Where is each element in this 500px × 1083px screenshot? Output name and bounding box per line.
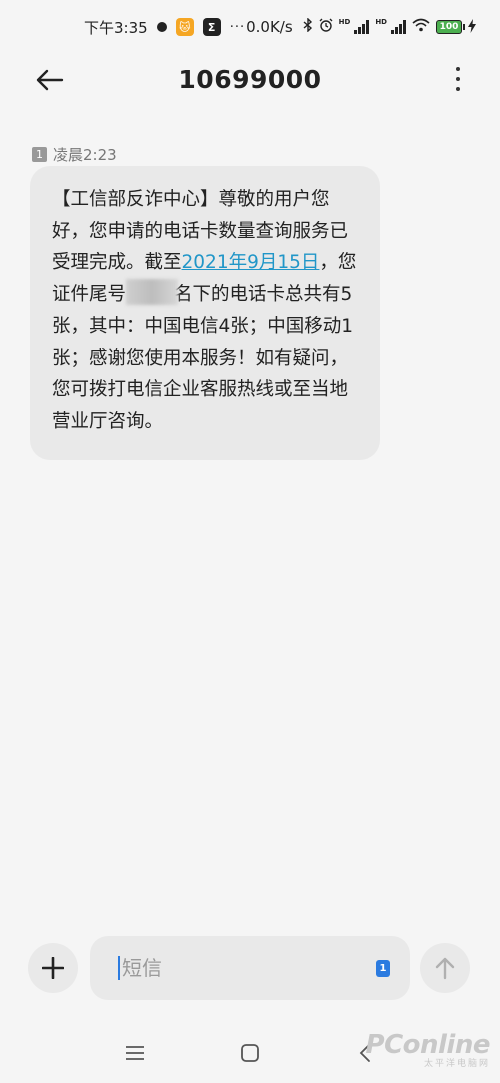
- send-arrow-icon: [435, 957, 455, 980]
- wifi-icon: [412, 18, 430, 36]
- recording-dot-icon: [156, 22, 167, 32]
- signal-1-icon: [354, 20, 370, 34]
- date-link[interactable]: 2021年9月15日: [182, 252, 320, 273]
- bluetooth-icon: [303, 17, 313, 36]
- back-arrow-icon: [36, 69, 64, 91]
- text-caret: [118, 956, 120, 980]
- home-button[interactable]: [235, 1038, 265, 1068]
- message-input-box[interactable]: 1: [90, 936, 410, 1000]
- conversation-header: 10699000: [0, 54, 500, 104]
- menu-icon: [126, 1046, 144, 1060]
- message-input[interactable]: [122, 956, 352, 980]
- charging-icon: [468, 18, 476, 36]
- redacted-id-blur: [126, 279, 179, 306]
- more-vert-icon: [456, 67, 460, 71]
- status-left: 下午3:35 🐱 Σ ···: [84, 17, 245, 38]
- back-button[interactable]: [32, 62, 68, 98]
- sms-conversation-screen: 下午3:35 🐱 Σ ··· 0.0K/s HD HD 100 10699000…: [0, 0, 500, 1083]
- network-speed: 0.0K/s: [246, 18, 293, 36]
- plus-icon: [42, 957, 64, 979]
- status-bar: 下午3:35 🐱 Σ ··· 0.0K/s HD HD 100: [0, 0, 500, 54]
- recents-button[interactable]: [120, 1038, 150, 1068]
- message-text-part3: 名下的电话卡总共有5张，其中：中国电信4张；中国移动1张；感谢您使用本服务！如有…: [52, 284, 354, 432]
- page-title: 10699000: [178, 64, 322, 94]
- hd-label: HD: [338, 18, 351, 26]
- message-meta: 1 凌晨2:23: [32, 144, 117, 165]
- attach-button[interactable]: [28, 943, 78, 993]
- sigma-app-icon: Σ: [202, 18, 221, 36]
- battery-icon: 100: [436, 20, 465, 34]
- send-button[interactable]: [420, 943, 470, 993]
- hd-label-2: HD: [375, 18, 387, 26]
- sim-slot-badge: 1: [32, 147, 47, 162]
- signal-2-icon: [391, 20, 406, 34]
- home-square-icon: [241, 1044, 259, 1062]
- pconline-watermark: PConline 太平洋电脑网: [366, 1030, 491, 1069]
- status-right: 0.0K/s HD HD 100: [246, 17, 476, 36]
- incoming-message-bubble[interactable]: 【工信部反诈中心】尊敬的用户您好，您申请的电话卡数量查询服务已受理完成。截至20…: [30, 166, 380, 460]
- alarm-icon: [319, 18, 333, 36]
- cat-app-icon: 🐱: [175, 18, 194, 36]
- message-time: 凌晨2:23: [53, 146, 117, 164]
- more-options-button[interactable]: [452, 64, 464, 94]
- sim-select-icon[interactable]: 1: [376, 960, 390, 977]
- more-notifications-icon: ···: [229, 19, 246, 35]
- status-time: 下午3:35: [84, 18, 148, 37]
